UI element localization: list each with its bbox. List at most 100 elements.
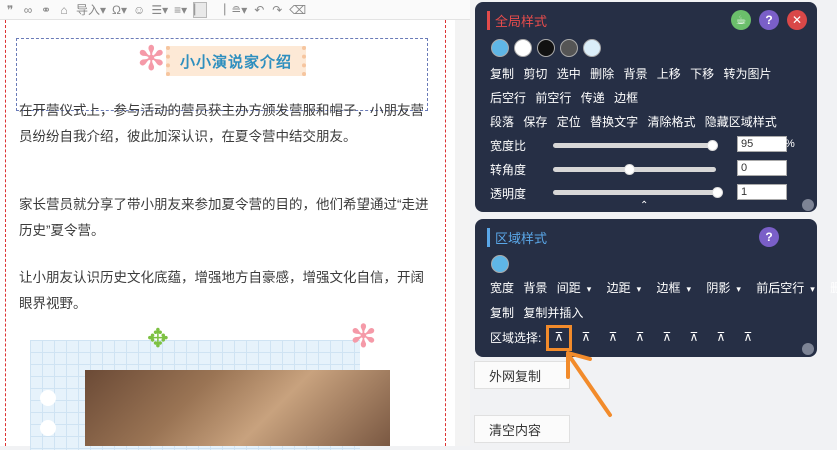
action-background[interactable]: 背景	[623, 67, 647, 81]
slider-opacity[interactable]	[553, 187, 723, 198]
action-paragraph[interactable]: 段落	[490, 115, 514, 129]
region-action-spacing[interactable]: 间距 ▾	[557, 281, 598, 295]
action-save[interactable]: 保存	[523, 115, 547, 129]
cup-icon[interactable]: ☕	[731, 10, 751, 30]
region-select-1-icon[interactable]: ⊼	[552, 330, 566, 344]
chevron-down-icon: ▾	[810, 284, 815, 294]
minimize-icon[interactable]	[802, 199, 814, 211]
region-select-6-icon[interactable]: ⊼	[687, 330, 701, 344]
redo-icon[interactable]: ↷	[271, 3, 283, 17]
region-action-margin[interactable]: 边距 ▾	[607, 281, 648, 295]
unlink-icon[interactable]: ⚭	[40, 3, 52, 17]
slider-rotate[interactable]	[553, 164, 716, 175]
move-handle-icon[interactable]: ✥	[147, 325, 169, 351]
action-clear-format[interactable]: 清除格式	[647, 115, 695, 129]
link-icon[interactable]: ∞	[22, 3, 34, 17]
editor-toolbar: ❞ ∞ ⚭ ⌂ 导入 ▾ Ω▾ ☺ ☰▾ ≡▾ ⎸ ⎹ ≘▾ ↶ ↷ ⌫	[0, 0, 470, 20]
editor-canvas[interactable]: ✻ 小小演说家介绍 在开营仪式上，参与活动的营员获主办方颁发营服和帽子，小朋友营…	[0, 20, 470, 450]
action-move-up[interactable]: 上移	[657, 67, 681, 81]
slider-label-width: 宽度比	[490, 139, 527, 153]
region-select-8-icon[interactable]: ⊼	[741, 330, 755, 344]
chevron-down-icon: ▾	[586, 284, 592, 294]
region-action-width[interactable]: 宽度	[490, 281, 514, 295]
format-brush-icon[interactable]: ⌂	[58, 3, 70, 17]
region-select-7-icon[interactable]: ⊼	[714, 330, 728, 344]
line-space-label: 前后空行	[756, 281, 805, 295]
swatch-black[interactable]	[537, 39, 555, 57]
swatch-white[interactable]	[514, 39, 532, 57]
omega-icon[interactable]: Ω▾	[112, 3, 127, 17]
region-style-title: 区域样式	[487, 228, 547, 247]
region-action-delete[interactable]: 删除	[830, 281, 837, 295]
import-button[interactable]: 导入 ▾	[76, 3, 106, 18]
region-select-2-icon[interactable]: ⊼	[579, 330, 593, 344]
action-select[interactable]: 选中	[557, 67, 581, 81]
region-select-4-icon[interactable]: ⊼	[633, 330, 647, 344]
slider-label-rotate: 转角度	[490, 163, 527, 177]
text-style-icon[interactable]: ≘▾	[231, 3, 247, 17]
unordered-list-icon[interactable]: ≡▾	[174, 3, 187, 17]
global-style-panel: 全局样式 ☕ ? ✕ 复制 剪切 选中 删除 背景 上移 下移 转为图片 后空行…	[475, 2, 817, 212]
region-action-line-space[interactable]: 前后空行 ▾	[756, 281, 821, 295]
paragraph-1: 在开营仪式上，参与活动的营员获主办方颁发营服和帽子，小朋友营员纷纷自我介绍，彼此…	[19, 103, 424, 144]
action-hide-region-style[interactable]: 隐藏区域样式	[705, 115, 777, 129]
action-line-before[interactable]: 前空行	[535, 91, 571, 105]
action-border[interactable]: 边框	[614, 91, 638, 105]
action-line-after[interactable]: 后空行	[490, 91, 526, 105]
action-copy[interactable]: 复制	[490, 67, 514, 81]
spacing-label: 间距	[556, 281, 581, 295]
region-style-panel: 区域样式 ? 宽度 背景 间距 ▾ 边距 ▾ 边框 ▾ 阴影 ▾ 前后空行 ▾ 删除 复制…	[475, 219, 837, 357]
region-select-3-icon[interactable]: ⊼	[606, 330, 620, 344]
emoji-icon[interactable]: ☺	[133, 3, 145, 17]
activity-photo	[85, 370, 390, 446]
region-action-copy[interactable]: 复制	[490, 306, 514, 320]
action-cut[interactable]: 剪切	[523, 67, 547, 81]
swatch-blue[interactable]	[491, 39, 509, 57]
region-action-border[interactable]: 边框 ▾	[657, 281, 698, 295]
region-actions-row1: 宽度 背景 间距 ▾ 边距 ▾ 边框 ▾ 阴影 ▾ 前后空行 ▾ 删除	[490, 279, 837, 296]
border-label: 边框	[656, 281, 681, 295]
region-actions-row2: 复制 复制并插入	[490, 304, 589, 321]
action-to-image[interactable]: 转为图片	[724, 67, 772, 81]
clear-content-button[interactable]: 清空内容	[474, 415, 570, 443]
minimize-icon[interactable]	[802, 343, 814, 355]
action-locate[interactable]: 定位	[557, 115, 581, 129]
quote-icon[interactable]: ❞	[4, 3, 16, 17]
slider-width[interactable]	[553, 140, 718, 151]
rotate-input[interactable]: 0	[737, 160, 787, 176]
swatch-blue[interactable]	[491, 255, 509, 273]
swatch-light-blue[interactable]	[583, 39, 601, 57]
action-pass[interactable]: 传递	[581, 91, 605, 105]
help-icon[interactable]: ?	[759, 227, 779, 247]
opacity-input[interactable]: 1	[737, 184, 787, 200]
annotation-arrow-icon	[566, 351, 612, 417]
undo-icon[interactable]: ↶	[253, 3, 265, 17]
flower-decoration-icon: ✻	[350, 318, 377, 354]
editor-scrollbar[interactable]	[455, 20, 470, 446]
frame-dot	[40, 420, 56, 436]
slider-label-opacity: 透明度	[490, 187, 527, 201]
help-icon[interactable]: ?	[759, 10, 779, 30]
align-right-icon[interactable]: ⎹	[213, 2, 225, 17]
slider-opacity-knob[interactable]	[712, 187, 723, 198]
ordered-list-icon[interactable]: ☰▾	[151, 3, 168, 17]
region-select-5-icon[interactable]: ⊼	[660, 330, 674, 344]
action-delete[interactable]: 删除	[590, 67, 614, 81]
slider-width-knob[interactable]	[707, 140, 718, 151]
frame-dot	[40, 390, 56, 406]
global-actions-row1: 复制 剪切 选中 删除 背景 上移 下移 转为图片	[490, 65, 778, 82]
external-copy-button[interactable]: 外网复制	[474, 361, 570, 389]
region-action-background[interactable]: 背景	[523, 281, 547, 295]
collapse-up-icon[interactable]: ⌃	[640, 201, 648, 211]
flower-decoration-icon: ✻	[137, 40, 166, 78]
slider-rotate-knob[interactable]	[624, 164, 635, 175]
width-input[interactable]: 95	[737, 136, 787, 152]
region-action-shadow[interactable]: 阴影 ▾	[706, 281, 747, 295]
action-move-down[interactable]: 下移	[690, 67, 714, 81]
action-replace-text[interactable]: 替换文字	[590, 115, 638, 129]
clear-icon[interactable]: ⌫	[289, 3, 306, 17]
swatch-gray[interactable]	[560, 39, 578, 57]
align-left-icon[interactable]: ⎸	[193, 1, 208, 18]
close-icon[interactable]: ✕	[787, 10, 807, 30]
region-action-copy-insert[interactable]: 复制并插入	[523, 306, 583, 320]
